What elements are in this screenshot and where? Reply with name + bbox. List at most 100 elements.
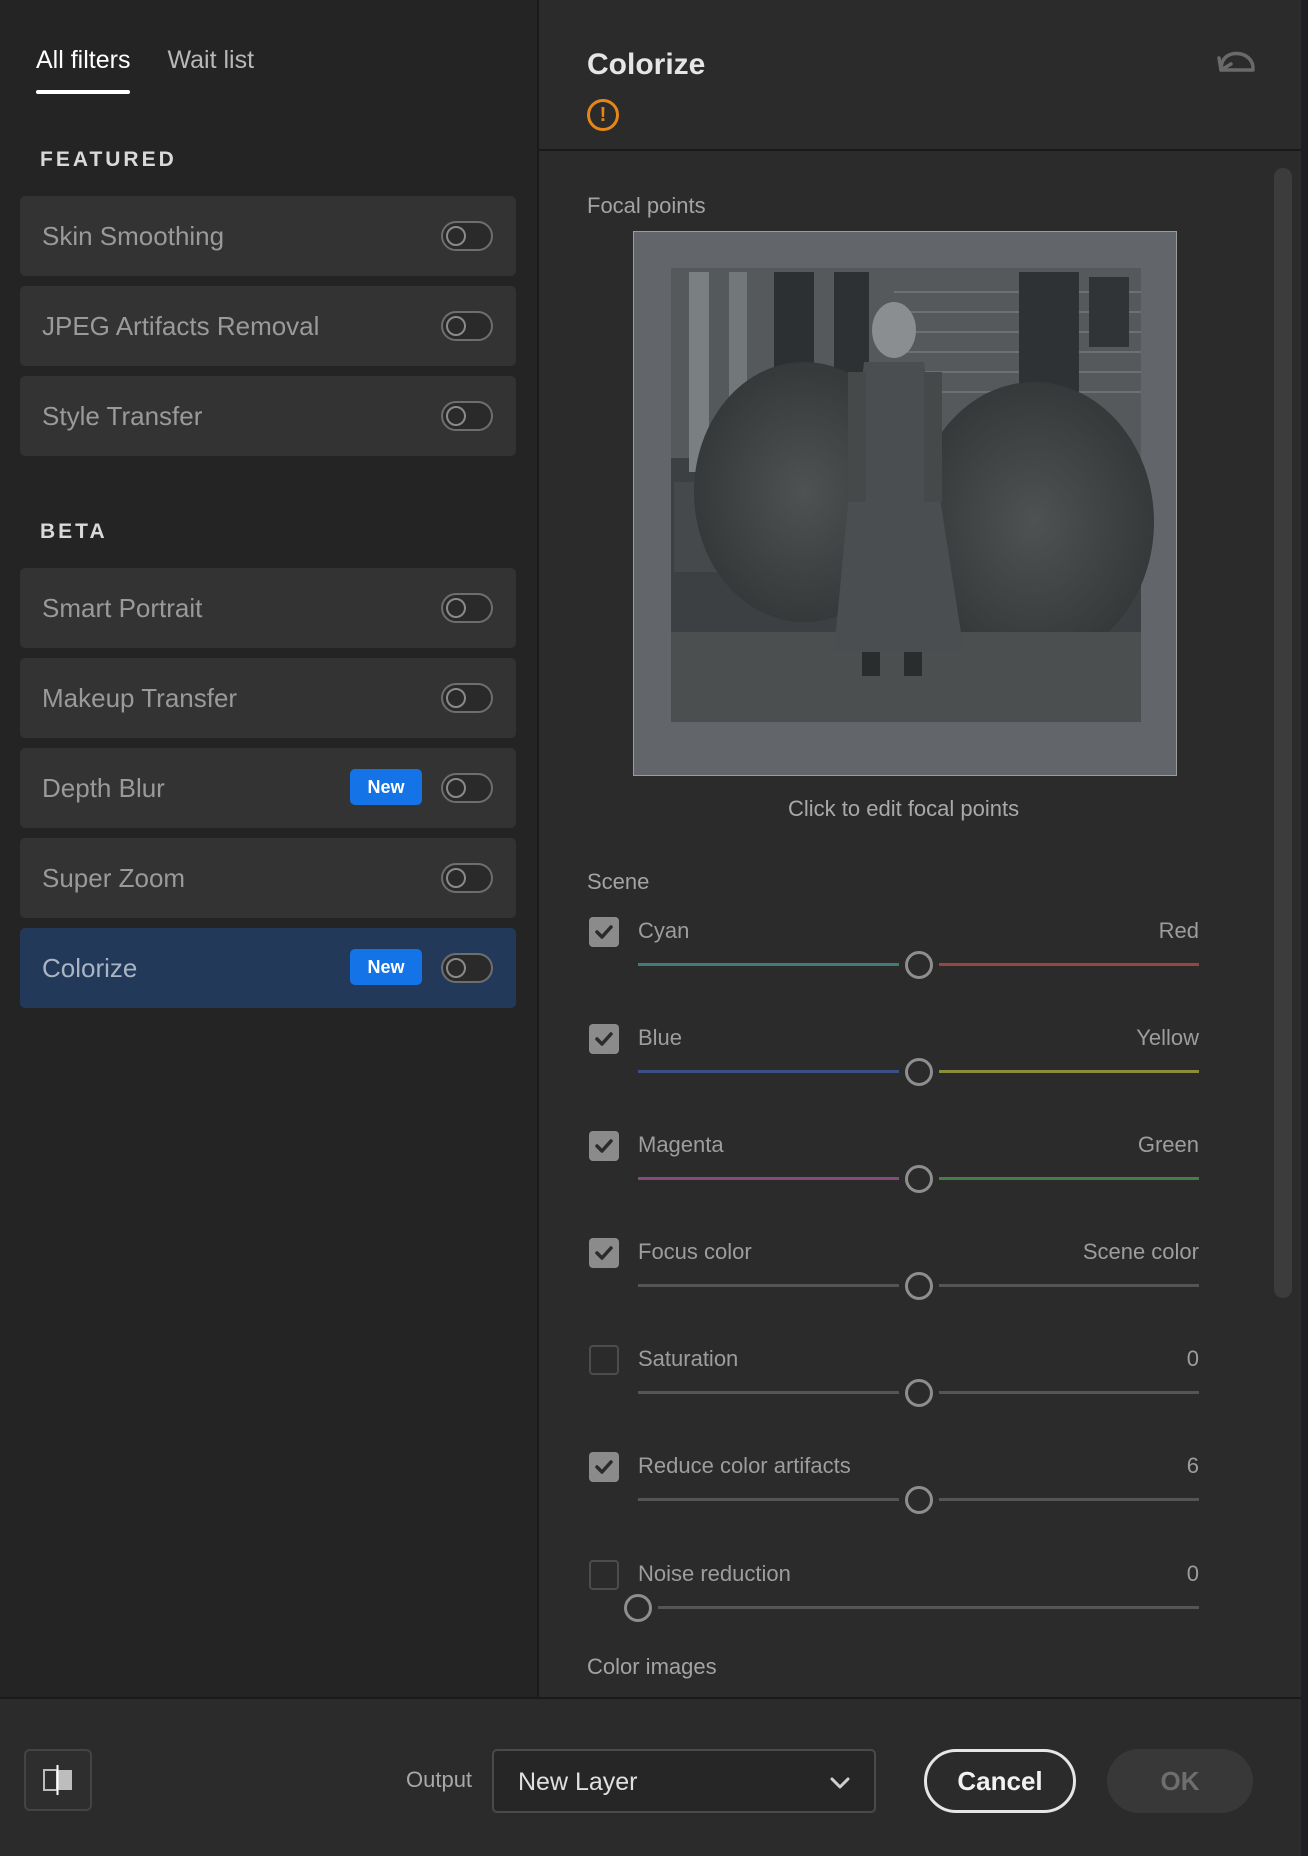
slider-track-left bbox=[638, 1284, 899, 1287]
slider-left-label: Focus color bbox=[638, 1239, 752, 1264]
tab-wait-list[interactable]: Wait list bbox=[167, 44, 254, 96]
filter-depth-blur[interactable]: Depth Blur New bbox=[20, 748, 516, 828]
enable-checkbox[interactable] bbox=[589, 917, 619, 947]
slider-right-label: Scene color bbox=[1082, 1239, 1199, 1264]
filter-toggle[interactable] bbox=[441, 311, 493, 341]
filter-skin-smoothing[interactable]: Skin Smoothing bbox=[20, 196, 516, 276]
slider-thumb[interactable] bbox=[904, 1058, 933, 1086]
filter-smart-portrait[interactable]: Smart Portrait bbox=[20, 568, 516, 648]
slider-track-left bbox=[638, 1070, 899, 1073]
filter-style-transfer[interactable]: Style Transfer bbox=[20, 376, 516, 456]
enable-checkbox[interactable] bbox=[589, 1238, 619, 1268]
alert-circle-icon[interactable]: ! bbox=[587, 99, 619, 131]
enable-checkbox[interactable] bbox=[589, 1560, 619, 1590]
filters-panel: All filters Wait list FEATURED Skin Smoo… bbox=[0, 0, 537, 1697]
slider-track-right bbox=[938, 1070, 1199, 1073]
beta-heading: BETA bbox=[40, 520, 108, 543]
slider-thumb[interactable] bbox=[624, 1594, 652, 1622]
slider-thumb[interactable] bbox=[904, 1379, 933, 1407]
slider-thumb[interactable] bbox=[904, 1165, 933, 1193]
slider-track-right bbox=[938, 963, 1199, 966]
slider-left-label: Saturation bbox=[638, 1346, 739, 1371]
slider-track-left bbox=[638, 963, 899, 966]
split-view-button[interactable] bbox=[24, 1749, 92, 1811]
saturation-slider-row: Saturation 0 bbox=[587, 1345, 1227, 1415]
filter-label: Makeup Transfer bbox=[42, 683, 238, 713]
focal-points-label: Focal points bbox=[587, 193, 706, 218]
filter-label: Smart Portrait bbox=[42, 593, 203, 623]
slider-thumb[interactable] bbox=[904, 951, 933, 979]
new-badge: New bbox=[350, 769, 422, 805]
slider-right-label: Red bbox=[1158, 918, 1199, 943]
slider-track-left bbox=[638, 1391, 899, 1394]
slider-left-label: Noise reduction bbox=[638, 1561, 791, 1586]
color-images-label: Color images bbox=[587, 1654, 717, 1679]
colorize-settings-panel: Colorize ! Focal points Click to edit fo… bbox=[537, 0, 1303, 1697]
slider-track-left bbox=[638, 1177, 899, 1180]
slider-track-right bbox=[938, 1284, 1199, 1287]
filter-label: Skin Smoothing bbox=[42, 221, 225, 251]
featured-heading: FEATURED bbox=[40, 148, 177, 171]
old-photo-image bbox=[634, 232, 1176, 775]
slider-thumb[interactable] bbox=[904, 1486, 933, 1514]
magenta-green-slider-row: Magenta Green bbox=[587, 1131, 1227, 1201]
scene-label: Scene bbox=[587, 869, 650, 894]
filter-colorize[interactable]: Colorize New bbox=[20, 928, 516, 1008]
slider-value: 0 bbox=[1186, 1346, 1199, 1371]
panel-scrollbar[interactable] bbox=[1274, 168, 1292, 1298]
filter-label: Depth Blur bbox=[42, 773, 165, 803]
focal-points-caption[interactable]: Click to edit focal points bbox=[788, 796, 1019, 822]
output-label: Output bbox=[406, 1767, 473, 1792]
chevron-down-icon bbox=[830, 1777, 850, 1789]
reduce-color-artifacts-slider-row: Reduce color artifacts 6 bbox=[587, 1452, 1227, 1522]
new-badge: New bbox=[350, 949, 422, 985]
slider-left-label: Magenta bbox=[638, 1132, 724, 1157]
filter-tabs: All filters Wait list bbox=[36, 44, 254, 96]
filter-toggle[interactable] bbox=[441, 221, 493, 251]
tab-all-filters[interactable]: All filters bbox=[36, 44, 131, 96]
filter-super-zoom[interactable]: Super Zoom bbox=[20, 838, 516, 918]
cyan-red-slider-row: Cyan Red bbox=[587, 917, 1227, 987]
filter-toggle[interactable] bbox=[441, 773, 493, 803]
slider-track-right bbox=[938, 1391, 1199, 1394]
blue-yellow-slider-row: Blue Yellow bbox=[587, 1024, 1227, 1094]
filter-makeup-transfer[interactable]: Makeup Transfer bbox=[20, 658, 516, 738]
slider-right-label: Yellow bbox=[1136, 1025, 1199, 1050]
slider-left-label: Cyan bbox=[638, 918, 690, 943]
filter-toggle[interactable] bbox=[441, 683, 493, 713]
enable-checkbox[interactable] bbox=[589, 1452, 619, 1482]
slider-track-right bbox=[938, 1177, 1199, 1180]
slider-right-label: Green bbox=[1137, 1132, 1199, 1157]
filter-toggle[interactable] bbox=[441, 593, 493, 623]
window-edge bbox=[1301, 0, 1308, 1856]
undo-icon[interactable] bbox=[1215, 46, 1259, 80]
dialog-footer: Output New Layer Cancel OK bbox=[0, 1697, 1301, 1856]
slider-value: 0 bbox=[1186, 1561, 1199, 1586]
split-view-icon bbox=[43, 1765, 72, 1795]
enable-checkbox[interactable] bbox=[589, 1131, 619, 1161]
filter-toggle[interactable] bbox=[441, 401, 493, 431]
focus-scene-color-slider-row: Focus color Scene color bbox=[587, 1238, 1227, 1308]
output-dropdown[interactable]: New Layer bbox=[492, 1749, 876, 1813]
enable-checkbox[interactable] bbox=[589, 1024, 619, 1054]
slider-thumb[interactable] bbox=[904, 1272, 933, 1300]
slider-left-label: Reduce color artifacts bbox=[638, 1453, 851, 1478]
filter-toggle[interactable] bbox=[441, 953, 493, 983]
filter-toggle[interactable] bbox=[441, 863, 493, 893]
output-selected-value: New Layer bbox=[518, 1768, 638, 1796]
ok-button[interactable]: OK bbox=[1107, 1749, 1253, 1813]
panel-header: Colorize ! bbox=[539, 0, 1303, 151]
panel-title: Colorize bbox=[587, 48, 706, 81]
noise-reduction-slider-row: Noise reduction 0 bbox=[587, 1560, 1227, 1630]
filter-label: Colorize bbox=[42, 953, 138, 983]
slider-left-label: Blue bbox=[638, 1025, 683, 1050]
enable-checkbox[interactable] bbox=[589, 1345, 619, 1375]
filter-label: Style Transfer bbox=[42, 401, 203, 431]
filter-label: Super Zoom bbox=[42, 863, 186, 893]
filter-jpeg-artifacts-removal[interactable]: JPEG Artifacts Removal bbox=[20, 286, 516, 366]
slider-track-right bbox=[938, 1498, 1199, 1501]
focal-points-preview[interactable] bbox=[633, 231, 1177, 776]
slider-track-left bbox=[638, 1498, 899, 1501]
cancel-button[interactable]: Cancel bbox=[924, 1749, 1076, 1813]
slider-track-right bbox=[658, 1606, 1199, 1609]
